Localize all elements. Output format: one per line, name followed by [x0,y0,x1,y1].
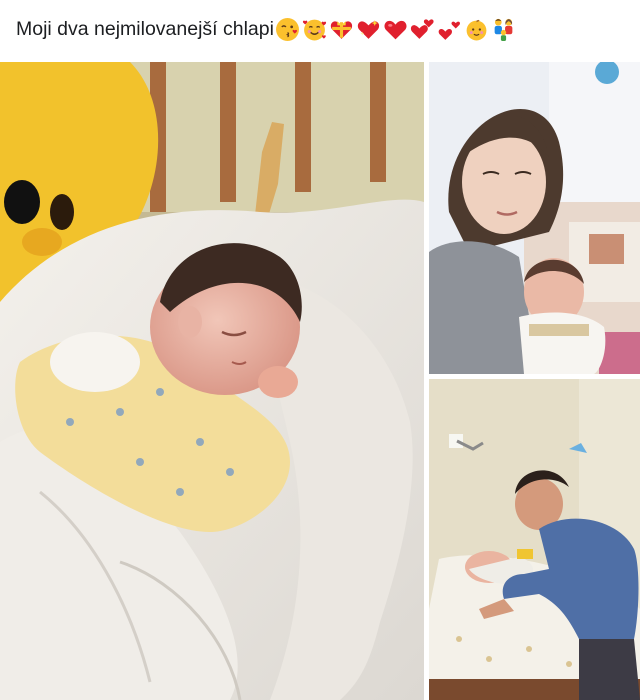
photo-mother-with-baby[interactable] [429,62,640,374]
caption-text: Moji dva nejmilovanejší chlapi [16,17,274,40]
father-with-baby-image [429,379,640,700]
family-icon [494,18,513,41]
caption-emoji-row [275,17,518,42]
red-heart-icon [384,20,407,39]
mother-with-baby-image [429,62,640,374]
two-hearts-icon [438,21,460,40]
sparkling-heart-icon [357,19,380,39]
baby-face-icon [466,19,487,40]
heart-with-ribbon-icon [330,20,353,39]
photo-father-with-baby[interactable] [429,379,640,700]
sleeping-baby-image [0,62,424,700]
photo-post: Moji dva nejmilovanejší chlapi [0,0,640,700]
post-caption: Moji dva nejmilovanejší chlapi [0,0,640,58]
smiling-face-with-hearts-icon [302,19,327,40]
two-hearts-icon [410,18,434,39]
kissing-face-icon [276,17,299,41]
photo-sleeping-baby[interactable] [0,62,424,700]
